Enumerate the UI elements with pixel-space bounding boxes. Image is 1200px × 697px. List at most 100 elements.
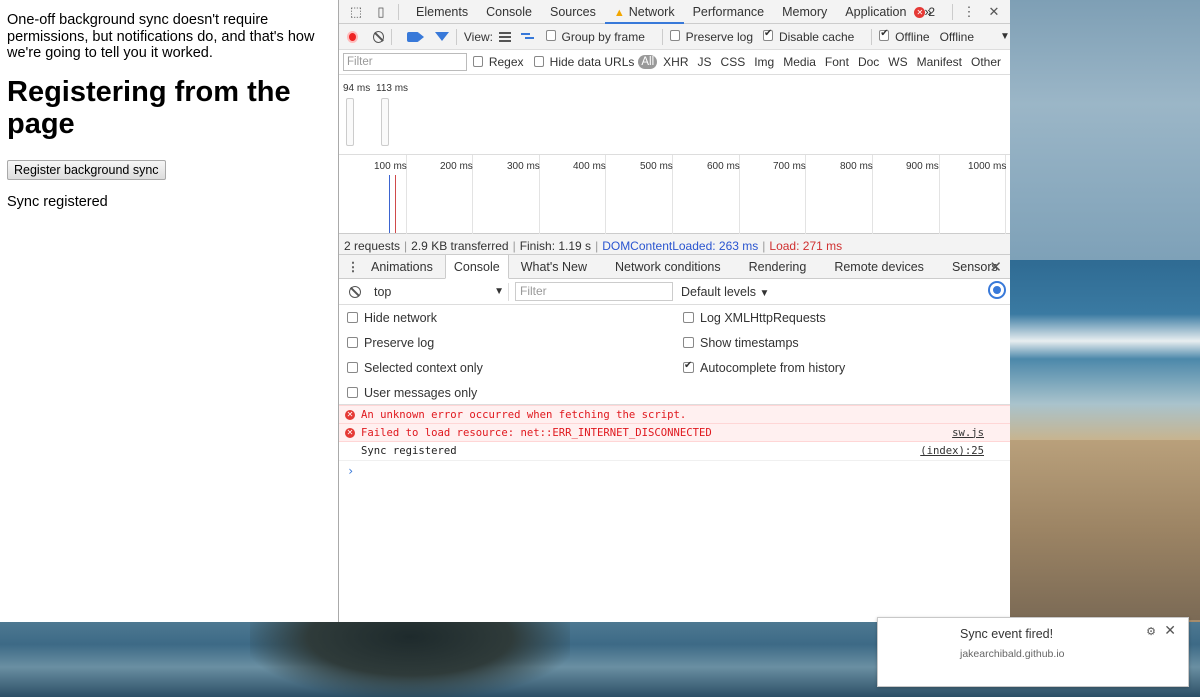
capture-screenshots-icon[interactable] <box>406 31 425 42</box>
notification-settings-gear-icon[interactable]: ⚙ <box>1146 625 1156 638</box>
devtools-tabbar: ⬚ ▯ Elements Console Sources ▲ Network Pe… <box>339 0 1010 24</box>
inspect-element-icon[interactable]: ⬚ <box>348 4 364 20</box>
tab-network[interactable]: ▲ Network <box>604 0 684 24</box>
timeline-tick-label: 700 ms <box>773 161 806 172</box>
setting-user-messages[interactable]: User messages only <box>347 386 477 400</box>
large-rows-icon[interactable] <box>499 31 512 42</box>
filter-type-js[interactable]: JS <box>698 55 712 69</box>
user-messages-label: User messages only <box>364 386 478 400</box>
hide-network-checkbox[interactable] <box>347 312 358 324</box>
setting-selected-context[interactable]: Selected context only <box>347 361 483 375</box>
log-xhr-checkbox[interactable] <box>683 312 694 324</box>
tab-elements[interactable]: Elements <box>407 0 477 24</box>
sync-status-text: Sync registered <box>7 193 108 210</box>
setting-show-timestamps[interactable]: Show timestamps <box>683 336 799 350</box>
filter-type-img[interactable]: Img <box>754 55 774 69</box>
drawer-close-icon[interactable]: ✕ <box>989 258 1002 276</box>
device-toolbar-icon[interactable]: ▯ <box>373 4 389 20</box>
filter-type-font[interactable]: Font <box>825 55 849 69</box>
autocomplete-checkbox[interactable] <box>683 360 694 374</box>
console-message-text: An unknown error occurred when fetching … <box>361 409 687 421</box>
error-icon: ✕ <box>914 6 926 18</box>
console-message-text: Failed to load resource: net::ERR_INTERN… <box>361 426 712 439</box>
context-value: top <box>374 284 392 299</box>
console-error-message: ✕ An unknown error occurred when fetchin… <box>339 405 1010 424</box>
toolbar-divider <box>871 28 873 45</box>
kebab-menu-icon[interactable]: ⋮ <box>961 4 977 20</box>
drawer-menu-icon[interactable]: ⋮ <box>343 259 363 274</box>
selected-context-label: Selected context only <box>364 361 483 375</box>
frame-thumbnail[interactable] <box>381 98 389 146</box>
tab-console[interactable]: Console <box>477 0 541 24</box>
log-levels-dropdown[interactable]: Default levels ▼ <box>681 285 769 299</box>
error-icon: ✕ <box>345 410 355 420</box>
drawer-tab-animations[interactable]: Animations <box>363 255 441 279</box>
record-icon[interactable] <box>347 30 359 43</box>
toolbar-divider <box>390 28 392 45</box>
toolbar-divider <box>455 28 457 45</box>
filter-type-manifest[interactable]: Manifest <box>917 55 962 69</box>
register-sync-button[interactable]: Register background sync <box>7 159 166 180</box>
tab-memory[interactable]: Memory <box>773 0 836 24</box>
filter-type-doc[interactable]: Doc <box>858 55 879 69</box>
user-messages-checkbox[interactable] <box>347 387 358 399</box>
network-summary: 2 requests | 2.9 KB transferred | Finish: 1.… <box>339 234 1010 255</box>
view-label: View: <box>463 29 493 44</box>
overview-icon[interactable] <box>521 32 533 42</box>
console-message-text: Sync registered <box>361 445 457 457</box>
filter-icon[interactable] <box>434 32 449 41</box>
selected-context-checkbox[interactable] <box>347 362 358 374</box>
preserve-log-checkbox[interactable] <box>669 30 680 41</box>
setting-log-xhr[interactable]: Log XMLHttpRequests <box>683 311 826 325</box>
drawer-tab-rendering[interactable]: Rendering <box>741 255 815 279</box>
filter-type-xhr[interactable]: XHR <box>663 55 688 69</box>
drawer-tab-whats-new[interactable]: What's New <box>513 255 595 279</box>
clear-icon[interactable] <box>373 30 384 43</box>
tab-sources[interactable]: Sources <box>541 0 605 24</box>
error-count-badge[interactable]: ✕ 2 <box>914 5 935 19</box>
throttling-select[interactable]: Offline <box>940 30 974 44</box>
sync-notification[interactable]: Sync event fired! jakearchibald.github.i… <box>877 617 1189 687</box>
filter-type-css[interactable]: CSS <box>721 55 746 69</box>
desktop-wallpaper-sand <box>1010 440 1200 620</box>
drawer-tab-network-conditions[interactable]: Network conditions <box>607 255 729 279</box>
group-by-frame-checkbox[interactable] <box>545 30 556 41</box>
setting-hide-network[interactable]: Hide network <box>347 311 437 325</box>
log-xhr-label: Log XMLHttpRequests <box>700 311 826 325</box>
notification-close-icon[interactable]: ✕ <box>1164 622 1176 639</box>
hide-data-urls-checkbox[interactable] <box>533 55 544 67</box>
setting-autocomplete[interactable]: Autocomplete from history <box>683 360 845 375</box>
console-source-link[interactable]: sw.js <box>952 424 984 442</box>
console-source-link[interactable]: (index):25 <box>920 442 984 460</box>
console-filter-input[interactable]: Filter <box>515 282 673 301</box>
frame-thumbnail[interactable] <box>346 98 354 146</box>
console-prompt[interactable]: › <box>339 461 1010 481</box>
disable-cache-checkbox[interactable] <box>763 28 773 41</box>
web-page: One-off background sync doesn't require … <box>0 0 338 622</box>
tab-application[interactable]: Application <box>836 0 915 24</box>
throttling-dropdown-icon[interactable]: ▼ <box>1000 31 1010 42</box>
setting-preserve-log[interactable]: Preserve log <box>347 336 434 350</box>
show-timestamps-checkbox[interactable] <box>683 337 694 349</box>
tab-performance[interactable]: Performance <box>684 0 774 24</box>
console-settings-gear-icon[interactable] <box>990 283 1004 297</box>
network-timeline-overview[interactable]: 100 ms 200 ms 300 ms 400 ms 500 ms 600 m… <box>339 155 1010 234</box>
close-icon[interactable]: ✕ <box>986 4 1002 20</box>
filter-type-ws[interactable]: WS <box>888 55 907 69</box>
drawer-tab-console[interactable]: Console <box>444 254 509 279</box>
filter-type-all[interactable]: All <box>638 55 658 69</box>
preserve-log-console-checkbox[interactable] <box>347 337 358 349</box>
summary-transferred: 2.9 KB transferred <box>411 239 509 253</box>
filter-type-media[interactable]: Media <box>783 55 816 69</box>
timeline-gridline <box>939 155 940 234</box>
context-selector[interactable]: top ▼ <box>371 282 509 301</box>
console-messages: ✕ An unknown error occurred when fetchin… <box>339 405 1010 481</box>
drawer-tab-remote-devices[interactable]: Remote devices <box>826 255 932 279</box>
offline-checkbox[interactable] <box>879 28 890 41</box>
clear-console-icon[interactable] <box>349 285 361 298</box>
regex-checkbox[interactable] <box>472 55 483 67</box>
filter-type-other[interactable]: Other <box>971 55 1001 69</box>
network-filter-input[interactable]: Filter <box>343 53 467 71</box>
summary-domcontentloaded: DOMContentLoaded: 263 ms <box>602 239 759 253</box>
tabbar-divider <box>398 3 399 20</box>
